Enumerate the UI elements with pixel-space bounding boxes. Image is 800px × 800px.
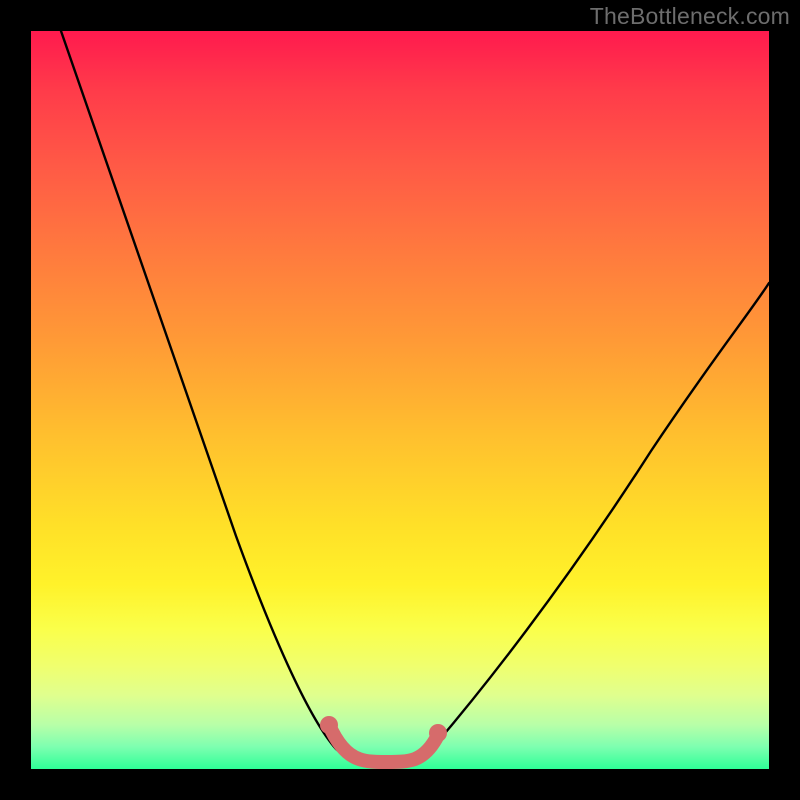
watermark-text: TheBottleneck.com [590, 3, 790, 30]
bottleneck-curve [31, 31, 769, 769]
curve-main [61, 31, 769, 761]
highlight-endpoint-right [429, 724, 447, 742]
chart-stage: TheBottleneck.com [0, 0, 800, 800]
plot-area [31, 31, 769, 769]
curve-highlight-segment [329, 725, 438, 762]
highlight-endpoint-left [320, 716, 338, 734]
